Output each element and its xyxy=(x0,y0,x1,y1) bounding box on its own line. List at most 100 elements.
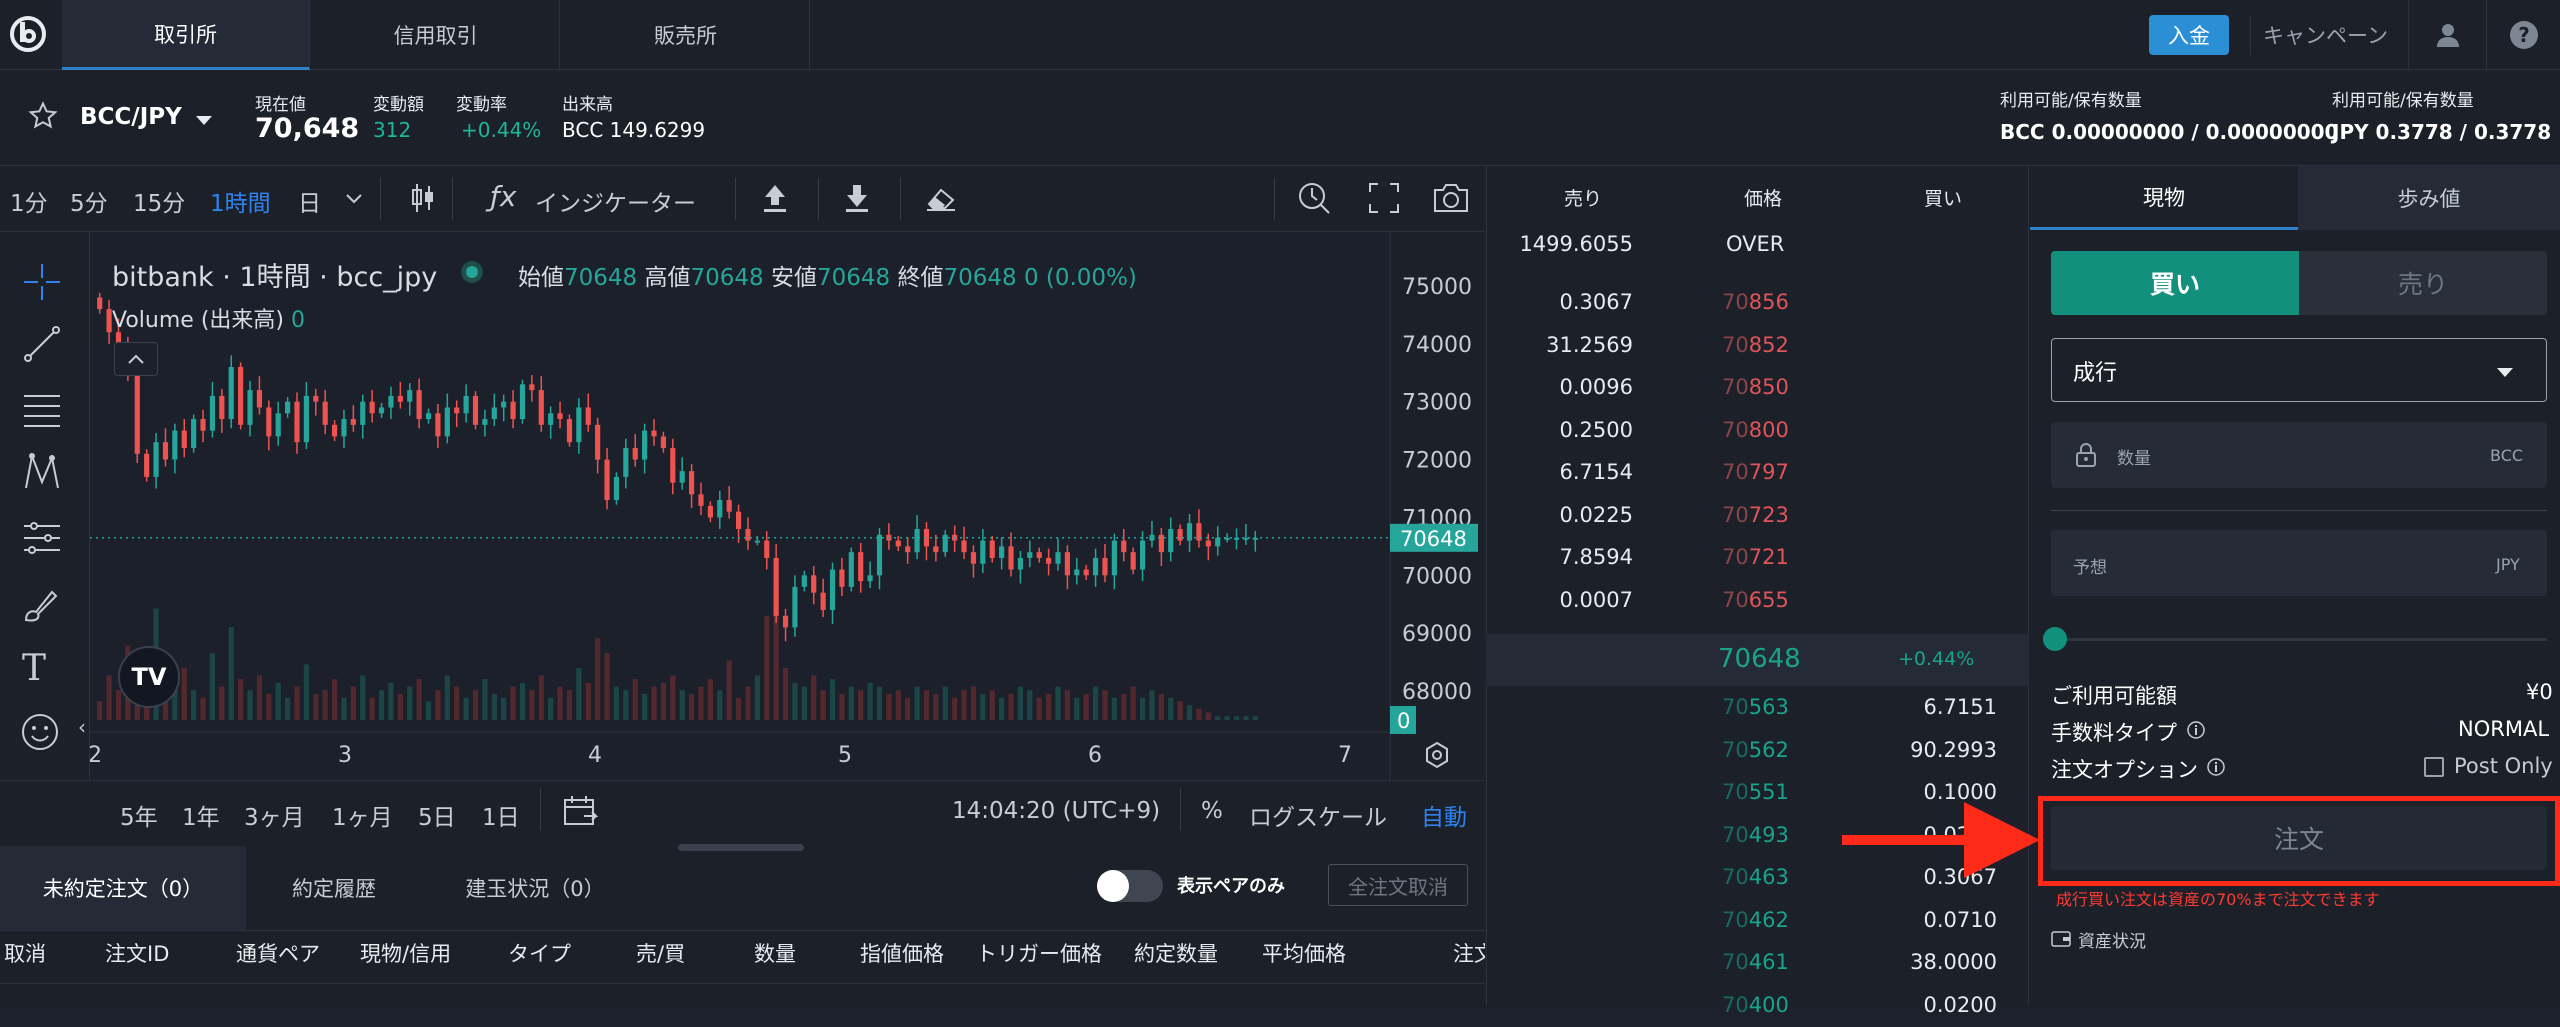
buy-side-button[interactable]: 買い xyxy=(2051,251,2299,315)
range-1y[interactable]: 1年 xyxy=(182,798,220,832)
upload-icon[interactable] xyxy=(760,182,790,218)
tab-trade-log[interactable]: 歩み値 xyxy=(2298,166,2560,230)
auto-scale-toggle[interactable]: 自動 xyxy=(1421,798,1467,832)
collapse-toolbar-icon[interactable]: ‹ xyxy=(78,715,86,739)
fullscreen-icon[interactable] xyxy=(1368,182,1400,218)
submit-order-button[interactable]: 注文 xyxy=(2051,806,2547,870)
info-icon[interactable] xyxy=(2186,720,2206,744)
interval-5m[interactable]: 5分 xyxy=(70,184,108,218)
candle-body xyxy=(1130,552,1136,570)
volume-bar xyxy=(886,694,892,720)
tab-margin-trading[interactable]: 信用取引 xyxy=(312,0,560,70)
post-only-checkbox[interactable] xyxy=(2424,757,2444,777)
ob-ask-row[interactable]: 0.0096 70850 xyxy=(1486,367,2029,409)
candle-body xyxy=(331,424,338,437)
user-icon[interactable] xyxy=(2408,0,2486,70)
range-3m[interactable]: 3ヶ月 xyxy=(244,798,305,832)
estimate-input[interactable] xyxy=(2051,530,2547,596)
text-tool-icon[interactable]: T xyxy=(22,648,46,689)
volume-bar xyxy=(613,686,620,720)
help-icon[interactable]: ? xyxy=(2486,0,2560,70)
replay-icon[interactable] xyxy=(1296,180,1332,220)
tab-trade-history[interactable]: 約定履歴 xyxy=(246,846,422,930)
candle-body xyxy=(839,569,845,587)
pair-only-toggle[interactable] xyxy=(1097,870,1163,902)
ob-ask-row[interactable]: 31.2569 70852 xyxy=(1486,325,2029,367)
info-icon[interactable] xyxy=(2206,757,2226,781)
emoji-icon[interactable] xyxy=(20,712,60,756)
indicator-button[interactable]: インジケーター xyxy=(535,184,696,218)
eraser-icon[interactable] xyxy=(925,184,959,216)
indicator-fx-icon[interactable]: ƒx xyxy=(490,180,516,213)
tab-spot[interactable]: 現物 xyxy=(2030,166,2298,230)
goto-date-icon[interactable] xyxy=(562,794,599,832)
collapse-legend-button[interactable] xyxy=(114,342,158,376)
candle-body xyxy=(999,546,1005,558)
ob-bid-row[interactable]: 70400 0.0200 xyxy=(1486,985,2029,1027)
crosshair-icon[interactable] xyxy=(22,262,62,306)
deposit-button[interactable]: 入金 xyxy=(2149,15,2229,55)
ob-ask-qty: 0.3067 xyxy=(1559,290,1633,314)
volume-bar xyxy=(933,694,939,720)
cancel-all-button[interactable]: 全注文取消 xyxy=(1328,864,1468,906)
market-status-icon xyxy=(459,259,485,289)
pattern-icon[interactable] xyxy=(22,452,62,496)
ob-bid-row[interactable]: 70563 6.7151 xyxy=(1486,687,2029,729)
interval-15m[interactable]: 15分 xyxy=(133,184,185,218)
interval-dropdown-icon[interactable] xyxy=(345,190,363,209)
available-jpy-label: 利用可能/保有数量 xyxy=(2332,91,2474,111)
volume-legend: Volume (出来高) 0 xyxy=(112,302,305,334)
range-5y[interactable]: 5年 xyxy=(120,798,158,832)
percent-scale-toggle[interactable]: % xyxy=(1201,798,1223,824)
ob-bid-row[interactable]: 70562 90.2993 xyxy=(1486,730,2029,772)
range-1m[interactable]: 1ヶ月 xyxy=(332,798,393,832)
tab-positions[interactable]: 建玉状況（0） xyxy=(422,846,648,930)
candle-body xyxy=(369,401,375,414)
range-5d[interactable]: 5日 xyxy=(418,798,456,832)
prediction-icon[interactable] xyxy=(22,518,62,562)
tab-open-orders[interactable]: 未約定注文（0） xyxy=(0,846,246,930)
amount-slider-handle[interactable] xyxy=(2043,627,2067,651)
favorite-star-icon[interactable] xyxy=(28,101,58,135)
ob-bid-row[interactable]: 70462 0.0710 xyxy=(1486,900,2029,942)
chart-settings-icon[interactable] xyxy=(1422,740,1452,774)
candle-body xyxy=(1102,557,1108,576)
chart-time[interactable]: 14:04:20 (UTC+9) xyxy=(952,798,1160,824)
interval-1d[interactable]: 日 xyxy=(298,184,321,218)
campaign-link[interactable]: キャンペーン xyxy=(2250,15,2400,55)
tab-broker[interactable]: 販売所 xyxy=(562,0,810,70)
ob-over-row[interactable]: 1499.6055 OVER xyxy=(1486,224,2029,266)
ob-ask-row[interactable]: 0.0007 70655 xyxy=(1486,580,2029,622)
interval-1h[interactable]: 1時間 xyxy=(210,184,271,218)
camera-icon[interactable] xyxy=(1432,182,1470,218)
ob-ask-row[interactable]: 0.0225 70723 xyxy=(1486,495,2029,537)
candle-style-icon[interactable] xyxy=(408,182,438,218)
download-icon[interactable] xyxy=(842,182,872,218)
ob-last-price-row[interactable]: 70648 +0.44% xyxy=(1486,634,2029,686)
volume-bar xyxy=(961,690,967,720)
close-value: 70648 xyxy=(943,265,1017,291)
ob-bid-row[interactable]: 70461 38.0000 xyxy=(1486,942,2029,984)
tab-exchange[interactable]: 取引所 xyxy=(62,0,310,70)
pair-selector[interactable]: BCC/JPY xyxy=(80,104,182,130)
ob-ask-row[interactable]: 7.8594 70721 xyxy=(1486,537,2029,579)
resize-handle[interactable] xyxy=(678,844,804,851)
interval-1m[interactable]: 1分 xyxy=(10,184,48,218)
candle-body xyxy=(303,395,309,443)
log-scale-toggle[interactable]: ログスケール xyxy=(1249,798,1387,832)
ob-ask-row[interactable]: 6.7154 70797 xyxy=(1486,452,2029,494)
chevron-down-icon[interactable] xyxy=(195,112,213,131)
bitbank-logo[interactable] xyxy=(8,14,48,54)
ob-ask-row[interactable]: 0.3067 70856 xyxy=(1486,282,2029,324)
sell-side-button[interactable]: 売り xyxy=(2299,251,2547,315)
ob-ask-row[interactable]: 0.2500 70800 xyxy=(1486,410,2029,452)
trend-line-icon[interactable] xyxy=(22,324,62,368)
asset-status-link[interactable]: 資産状況 xyxy=(2078,927,2146,952)
tradingview-logo[interactable]: TV xyxy=(118,646,180,708)
brush-icon[interactable] xyxy=(22,586,62,630)
range-1d[interactable]: 1日 xyxy=(482,798,520,832)
fib-lines-icon[interactable] xyxy=(22,390,62,434)
volume-bar xyxy=(557,686,563,720)
order-type-select[interactable] xyxy=(2051,338,2547,402)
amount-slider-track[interactable] xyxy=(2051,638,2547,641)
